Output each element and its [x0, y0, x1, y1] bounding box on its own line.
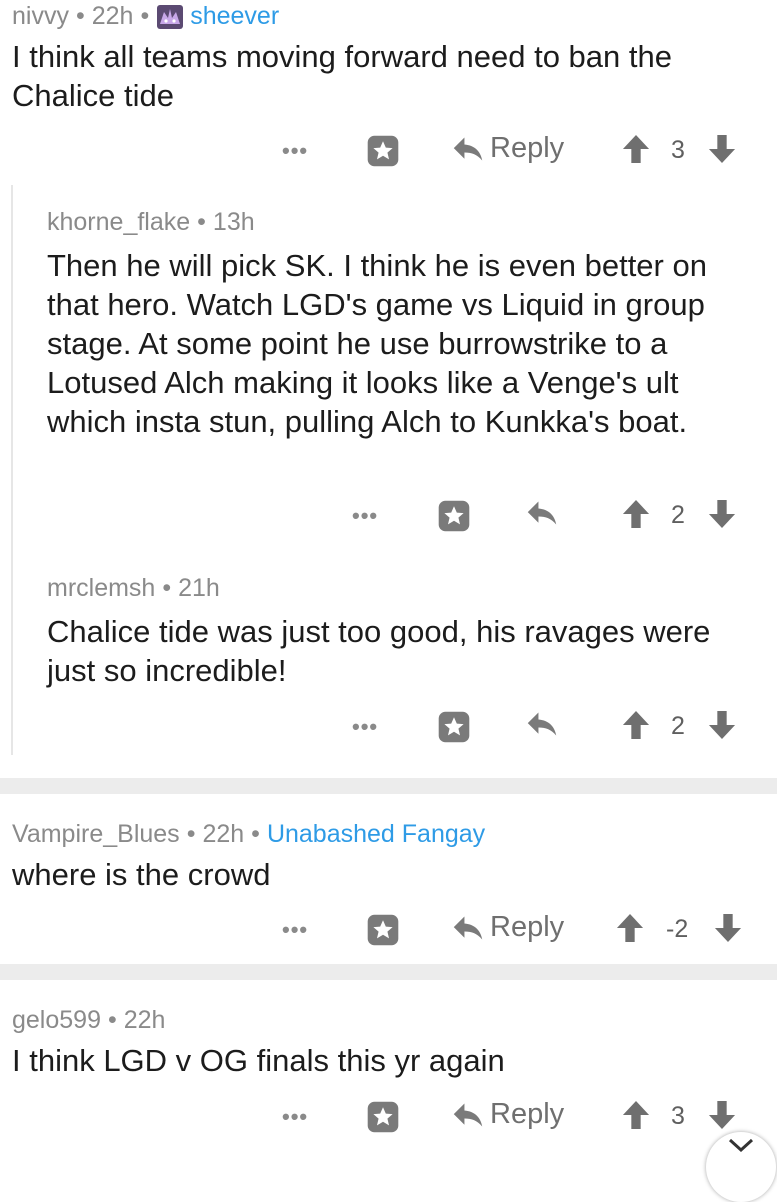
downvote-arrow-icon[interactable]	[714, 913, 742, 943]
save-star-icon[interactable]	[437, 710, 471, 744]
comment-actions: ••• 2	[0, 704, 777, 750]
comment-actions: ••• Reply 3	[0, 128, 777, 174]
comment-body: where is the crowd	[12, 857, 271, 892]
separator-dot: •	[107, 1006, 117, 1034]
vote-score: -2	[666, 915, 689, 943]
timestamp: 13h	[212, 208, 255, 236]
upvote-arrow-icon[interactable]	[616, 913, 644, 943]
upvote-arrow-icon[interactable]	[622, 499, 650, 529]
more-options-button[interactable]: •••	[282, 1104, 308, 1130]
reply-label: Reply	[490, 1098, 565, 1130]
comment-body: Then he will pick SK. I think he is even…	[47, 248, 707, 439]
comment-meta: khorne_flake • 13h	[47, 208, 255, 237]
reply-icon	[452, 914, 484, 942]
vote-score: 2	[671, 712, 685, 740]
vote-score: 2	[671, 501, 685, 529]
reply-icon	[452, 1101, 484, 1129]
reply-icon[interactable]	[526, 710, 558, 738]
timestamp: 22h	[91, 2, 134, 30]
author-name[interactable]: mrclemsh	[47, 574, 155, 603]
reply-label: Reply	[490, 132, 565, 164]
author-name[interactable]: gelo599	[12, 1006, 101, 1035]
downvote-arrow-icon[interactable]	[708, 710, 736, 740]
more-options-button[interactable]: •••	[352, 503, 378, 529]
separator-dot: •	[197, 208, 206, 236]
separator-dot: •	[186, 820, 196, 848]
comment-actions: ••• Reply 3	[0, 1094, 777, 1140]
reply-button[interactable]: Reply	[452, 1098, 564, 1131]
upvote-arrow-icon[interactable]	[622, 1100, 650, 1130]
author-name[interactable]: nivvy	[12, 2, 69, 31]
comment-divider	[0, 778, 777, 794]
comment-meta: nivvy • 22h • sheever	[12, 2, 279, 31]
comment-actions: ••• 2	[0, 493, 777, 539]
comment: nivvy • 22h • sheever I think all teams …	[0, 0, 777, 760]
vote-score: 3	[671, 1102, 685, 1130]
more-options-button[interactable]: •••	[352, 714, 378, 740]
comment: gelo599 • 22h I think LGD v OG finals th…	[0, 980, 777, 1202]
save-star-icon[interactable]	[366, 134, 400, 168]
thread-line	[11, 185, 13, 755]
separator-dot: •	[251, 820, 260, 848]
author-name[interactable]: Vampire_Blues	[12, 820, 180, 849]
comment-actions: ••• Reply -2	[0, 907, 777, 953]
comment-body: I think LGD v OG finals this yr again	[12, 1043, 505, 1078]
reply-icon	[452, 135, 484, 163]
chevron-down-icon	[728, 1138, 754, 1152]
upvote-arrow-icon[interactable]	[622, 134, 650, 164]
timestamp: 22h	[123, 1006, 166, 1034]
downvote-arrow-icon[interactable]	[708, 134, 736, 164]
comment: Vampire_Blues • 22h • Unabashed Fangay w…	[0, 794, 777, 964]
timestamp: 21h	[178, 574, 220, 602]
vote-score: 3	[671, 136, 685, 164]
user-flair: Unabashed Fangay	[266, 820, 486, 848]
separator-dot: •	[75, 2, 85, 30]
save-star-icon[interactable]	[366, 1100, 400, 1134]
more-options-button[interactable]: •••	[282, 917, 308, 943]
reply-button[interactable]: Reply	[452, 132, 564, 165]
comment-divider	[0, 964, 777, 980]
author-name[interactable]: khorne_flake	[47, 208, 190, 237]
comment-meta: Vampire_Blues • 22h • Unabashed Fangay	[12, 820, 485, 849]
timestamp: 22h	[202, 820, 245, 848]
separator-dot: •	[162, 574, 172, 602]
more-options-button[interactable]: •••	[282, 138, 308, 164]
comment-body: Chalice tide was just too good, his rava…	[47, 614, 711, 688]
reply-button[interactable]: Reply	[452, 911, 564, 944]
comment-body: I think all teams moving forward need to…	[12, 39, 672, 113]
downvote-arrow-icon[interactable]	[708, 499, 736, 529]
reply-icon[interactable]	[526, 499, 558, 527]
save-star-icon[interactable]	[437, 499, 471, 533]
comment-meta: gelo599 • 22h	[12, 1006, 165, 1035]
save-star-icon[interactable]	[366, 913, 400, 947]
upvote-arrow-icon[interactable]	[622, 710, 650, 740]
comment-meta: mrclemsh • 21h	[47, 574, 220, 603]
collapse-fab-button[interactable]	[706, 1132, 776, 1202]
user-flair: sheever	[190, 2, 280, 30]
downvote-arrow-icon[interactable]	[708, 1100, 736, 1130]
sheever-flair-icon	[156, 4, 184, 30]
reply-label: Reply	[490, 911, 565, 943]
separator-dot: •	[140, 2, 150, 30]
